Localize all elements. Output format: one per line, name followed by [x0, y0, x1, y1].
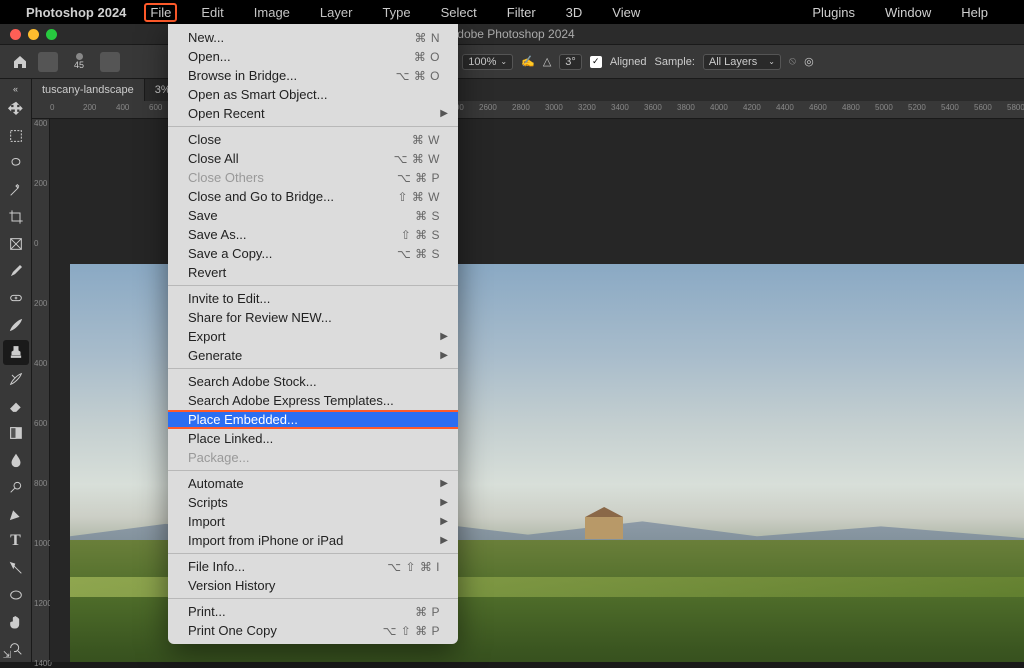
chevron-right-icon: ▶ — [440, 350, 448, 361]
file-menu-import-from-iphone-or-ipad[interactable]: Import from iPhone or iPad▶ — [168, 531, 458, 550]
aligned-label: Aligned — [610, 56, 647, 68]
menu-filter[interactable]: Filter — [501, 3, 542, 22]
menu-3d[interactable]: 3D — [560, 3, 589, 22]
menu-type[interactable]: Type — [376, 3, 416, 22]
file-menu-invite-to-edit[interactable]: Invite to Edit... — [168, 289, 458, 308]
file-menu-save[interactable]: Save⌘ S — [168, 206, 458, 225]
crop-tool[interactable] — [3, 205, 29, 230]
angle-input[interactable]: 3° — [559, 54, 582, 70]
eyedropper-tool[interactable] — [3, 259, 29, 284]
chevron-right-icon: ▶ — [440, 516, 448, 527]
file-menu-revert[interactable]: Revert — [168, 263, 458, 282]
menu-window[interactable]: Window — [879, 3, 937, 22]
heal-tool[interactable] — [3, 286, 29, 311]
close-window-button[interactable] — [10, 29, 21, 40]
home-icon[interactable] — [10, 52, 30, 72]
file-menu-share-for-review-new[interactable]: Share for Review NEW... — [168, 308, 458, 327]
file-menu-place-embedded[interactable]: Place Embedded... — [168, 410, 458, 429]
file-menu-search-adobe-express-templates[interactable]: Search Adobe Express Templates... — [168, 391, 458, 410]
sample-dropdown[interactable]: All Layers⌄ — [703, 54, 781, 70]
file-menu-search-adobe-stock[interactable]: Search Adobe Stock... — [168, 372, 458, 391]
path-tool[interactable] — [3, 556, 29, 581]
traffic-lights — [10, 29, 57, 40]
file-menu-print-one-copy[interactable]: Print One Copy⌥ ⇧ ⌘ P — [168, 621, 458, 640]
gradient-tool[interactable] — [3, 421, 29, 446]
file-menu-import[interactable]: Import▶ — [168, 512, 458, 531]
file-menu-close-others: Close Others⌥ ⌘ P — [168, 168, 458, 187]
document-tab[interactable]: tuscany-landscape — [32, 79, 145, 101]
lasso-tool[interactable] — [3, 151, 29, 176]
minimize-window-button[interactable] — [28, 29, 39, 40]
ruler-vertical[interactable]: 4002000200400600800100012001400 — [32, 119, 50, 662]
blur-tool[interactable] — [3, 448, 29, 473]
menu-view[interactable]: View — [606, 3, 646, 22]
file-menu-close-all[interactable]: Close All⌥ ⌘ W — [168, 149, 458, 168]
tools-panel: « T — [0, 79, 32, 662]
ellipse-tool[interactable] — [3, 583, 29, 608]
chevron-right-icon: ▶ — [440, 497, 448, 508]
wand-tool[interactable] — [3, 178, 29, 203]
brush-preview[interactable]: 45 — [66, 49, 92, 75]
menu-select[interactable]: Select — [435, 3, 483, 22]
brush-settings-icon[interactable] — [100, 52, 120, 72]
app-name[interactable]: Photoshop 2024 — [26, 5, 126, 20]
file-menu-scripts[interactable]: Scripts▶ — [168, 493, 458, 512]
file-menu-generate[interactable]: Generate▶ — [168, 346, 458, 365]
file-menu-save-as[interactable]: Save As...⇧ ⌘ S — [168, 225, 458, 244]
chevron-right-icon: ▶ — [440, 108, 448, 119]
document-tab-name: tuscany-landscape — [42, 84, 134, 96]
pen-tool[interactable] — [3, 502, 29, 527]
fullscreen-window-button[interactable] — [46, 29, 57, 40]
file-menu-package: Package... — [168, 448, 458, 467]
flow-input[interactable]: 100%⌄ — [462, 54, 513, 70]
file-menu-version-history[interactable]: Version History — [168, 576, 458, 595]
file-menu-place-linked[interactable]: Place Linked... — [168, 429, 458, 448]
options-bar: 45 Flow: 100%⌄ ✍ △ 3° ✓ Aligned Sample: … — [0, 44, 1024, 79]
file-menu-open-as-smart-object[interactable]: Open as Smart Object... — [168, 85, 458, 104]
dodge-tool[interactable] — [3, 475, 29, 500]
marquee-tool[interactable] — [3, 124, 29, 149]
menu-file[interactable]: File — [144, 3, 177, 22]
move-tool[interactable] — [3, 97, 29, 122]
tool-preset-icon[interactable] — [38, 52, 58, 72]
macos-menubar: Photoshop 2024 File Edit Image Layer Type Sel… — [0, 0, 1024, 24]
eraser-tool[interactable] — [3, 394, 29, 419]
file-menu-browse-in-bridge[interactable]: Browse in Bridge...⌥ ⌘ O — [168, 66, 458, 85]
collapse-icon[interactable]: « — [3, 83, 29, 95]
file-menu-dropdown: New...⌘ NOpen...⌘ OBrowse in Bridge...⌥ … — [168, 24, 458, 644]
chevron-right-icon: ▶ — [440, 331, 448, 342]
file-menu-new[interactable]: New...⌘ N — [168, 28, 458, 47]
file-menu-close-and-go-to-bridge[interactable]: Close and Go to Bridge...⇧ ⌘ W — [168, 187, 458, 206]
menu-help[interactable]: Help — [955, 3, 994, 22]
stamp-tool[interactable] — [3, 340, 29, 365]
frame-tool[interactable] — [3, 232, 29, 257]
file-menu-print[interactable]: Print...⌘ P — [168, 602, 458, 621]
menu-image[interactable]: Image — [248, 3, 296, 22]
menu-plugins[interactable]: Plugins — [806, 3, 861, 22]
pressure-icon[interactable]: ◎ — [804, 55, 814, 68]
sample-label: Sample: — [655, 56, 695, 68]
history-brush-tool[interactable] — [3, 367, 29, 392]
type-tool[interactable]: T — [3, 529, 29, 554]
chevron-right-icon: ▶ — [440, 478, 448, 489]
file-menu-file-info[interactable]: File Info...⌥ ⇧ ⌘ I — [168, 557, 458, 576]
menu-layer[interactable]: Layer — [314, 3, 359, 22]
file-menu-open[interactable]: Open...⌘ O — [168, 47, 458, 66]
expand-handle-icon[interactable]: ⇲ — [0, 648, 14, 662]
file-menu-save-a-copy[interactable]: Save a Copy...⌥ ⌘ S — [168, 244, 458, 263]
aligned-checkbox[interactable]: ✓ — [590, 56, 602, 68]
hand-tool[interactable] — [3, 610, 29, 635]
window-title: Adobe Photoshop 2024 — [449, 27, 574, 41]
menu-edit[interactable]: Edit — [195, 3, 229, 22]
file-menu-automate[interactable]: Automate▶ — [168, 474, 458, 493]
window-titlebar: Adobe Photoshop 2024 — [0, 24, 1024, 44]
file-menu-close[interactable]: Close⌘ W — [168, 130, 458, 149]
airbrush-icon[interactable]: ✍ — [521, 55, 535, 68]
brush-tool[interactable] — [3, 313, 29, 338]
angle-icon: △ — [543, 55, 551, 68]
file-menu-open-recent[interactable]: Open Recent▶ — [168, 104, 458, 123]
chevron-right-icon: ▶ — [440, 535, 448, 546]
ignore-adjustment-icon[interactable]: ⦸ — [789, 55, 796, 68]
file-menu-export[interactable]: Export▶ — [168, 327, 458, 346]
